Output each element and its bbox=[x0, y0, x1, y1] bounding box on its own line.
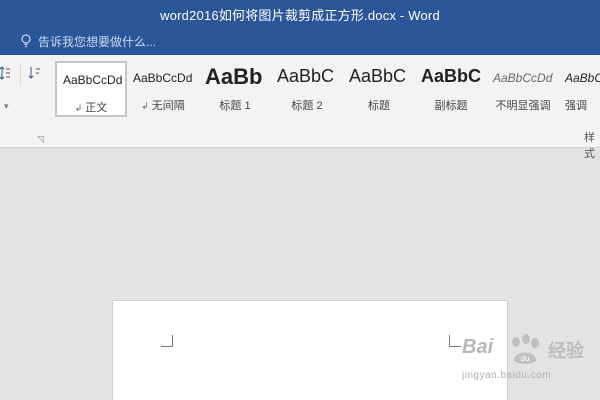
sort-icon[interactable] bbox=[28, 65, 42, 84]
style-normal[interactable]: AaBbCcDd ↲ 正文 bbox=[55, 61, 127, 117]
styles-gallery: AaBbCcDd ↲ 正文 AaBbCcDd ↲ 无间隔 AaBb 标题 1 AaB… bbox=[55, 61, 600, 117]
style-preview: AaBbCcDd bbox=[63, 73, 123, 87]
style-preview: AaBbCcDd bbox=[565, 71, 600, 85]
lightbulb-icon bbox=[20, 34, 32, 48]
window-title: word2016如何将图片裁剪成正方形.docx - Word bbox=[160, 8, 440, 23]
title-bar: word2016如何将图片裁剪成正方形.docx - Word 告诉我您想要做什… bbox=[0, 0, 600, 55]
style-no-spacing[interactable]: AaBbCcDd ↲ 无间隔 bbox=[127, 61, 199, 117]
paragraph-mark-icon: ↲ bbox=[74, 103, 83, 113]
style-label: 正文 bbox=[85, 102, 108, 114]
style-subtle-emphasis[interactable]: AaBbCcDd 不明显强调 bbox=[487, 61, 559, 117]
tell-me-box[interactable]: 告诉我您想要做什么... bbox=[20, 31, 156, 51]
style-label-row: ↲ 正文 bbox=[57, 99, 125, 115]
style-preview: AaBbCcDd bbox=[493, 71, 553, 85]
style-preview: AaBbC bbox=[349, 66, 407, 86]
tell-me-placeholder: 告诉我您想要做什么... bbox=[38, 34, 157, 49]
style-label-row: ↲ 无间隔 bbox=[127, 97, 199, 113]
watermark: Bai du 经验 jingyan.baidu.com bbox=[440, 330, 590, 385]
style-label: 强调 bbox=[565, 100, 587, 112]
style-label: 标题 2 bbox=[291, 100, 323, 112]
dropdown-arrow-icon[interactable]: ▾ bbox=[4, 101, 9, 112]
style-heading-1[interactable]: AaBb 标题 1 bbox=[199, 61, 271, 117]
toolbar-divider bbox=[20, 63, 21, 85]
svg-text:du: du bbox=[521, 354, 530, 363]
style-label: 副标题 bbox=[434, 100, 468, 112]
paragraph-group-partial: ▾ ◹ bbox=[0, 55, 52, 147]
style-label: 无间隔 bbox=[151, 100, 185, 112]
styles-group-label: 样式 bbox=[584, 132, 595, 160]
margin-corner-mark bbox=[161, 335, 173, 347]
paw-icon: du bbox=[506, 334, 544, 371]
style-preview: AaBbC bbox=[277, 66, 335, 86]
style-title[interactable]: AaBbC 标题 bbox=[343, 61, 415, 117]
line-spacing-icon[interactable] bbox=[0, 65, 10, 84]
style-label: 标题 bbox=[368, 100, 390, 112]
style-subtitle[interactable]: AaBbC 副标题 bbox=[415, 61, 487, 117]
paragraph-mark-icon: ↲ bbox=[141, 101, 149, 111]
watermark-cn: 经验 bbox=[548, 341, 584, 361]
ribbon: ▾ ◹ AaBbCcDd ↲ 正文 AaBbCcDd ↲ 无间隔 AaBb 标题 1… bbox=[0, 55, 600, 160]
style-preview: AaBbCcDd bbox=[133, 71, 193, 85]
style-emphasis[interactable]: AaBbCcDd 强调 bbox=[559, 61, 600, 117]
style-heading-2[interactable]: AaBbC 标题 2 bbox=[271, 61, 343, 117]
style-preview: AaBbC bbox=[421, 66, 482, 86]
dialog-launcher-icon[interactable]: ◹ bbox=[37, 134, 44, 145]
style-preview: AaBb bbox=[205, 64, 263, 89]
watermark-url: jingyan.baidu.com bbox=[462, 370, 552, 381]
watermark-brand: Bai bbox=[462, 336, 494, 358]
style-label: 不明显强调 bbox=[495, 100, 551, 112]
style-label: 标题 1 bbox=[219, 100, 251, 112]
